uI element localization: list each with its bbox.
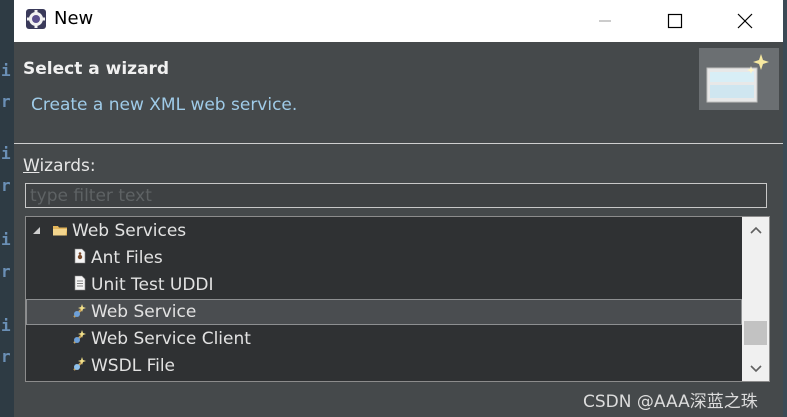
editor-glyph: r: [1, 347, 11, 366]
header-separator: [14, 143, 783, 144]
tree-item-label: Unit Test UDDI: [91, 275, 214, 295]
editor-glyph: i: [1, 61, 11, 80]
window-title: New: [54, 8, 94, 29]
expand-arrow-icon[interactable]: [33, 227, 41, 235]
chevron-down-icon: [749, 365, 762, 373]
editor-glyph: r: [1, 262, 11, 281]
maximize-button[interactable]: [640, 0, 710, 42]
minimize-icon: [599, 20, 611, 22]
tree-item-unit-test-uddi[interactable]: Unit Test UDDI: [26, 272, 742, 298]
scroll-down-button[interactable]: [742, 359, 769, 379]
background-editor: i r i r i r i r: [0, 0, 14, 417]
close-icon: [737, 13, 753, 29]
eclipse-app-icon: [26, 9, 46, 29]
wizard-filter-input[interactable]: [25, 183, 767, 208]
wsdl-file-icon: [73, 357, 86, 371]
wizard-tree[interactable]: Web Services Ant Files Unit Test UDDI We…: [25, 216, 770, 382]
wizards-label-mnemonic: W: [23, 156, 40, 176]
tree-item-label: Web Service: [91, 302, 197, 322]
editor-glyph: i: [1, 230, 11, 249]
tree-vertical-scrollbar[interactable]: [742, 217, 769, 381]
tree-item-ant-files[interactable]: Ant Files: [26, 245, 742, 271]
maximize-icon: [667, 13, 683, 29]
wizards-label: Wizards:: [23, 156, 96, 176]
chevron-up-icon: [749, 226, 762, 234]
watermark: CSDN @AAA深蓝之珠: [583, 392, 758, 412]
editor-glyph: r: [1, 176, 11, 195]
tree-item-wsdl-file[interactable]: WSDL File: [26, 353, 742, 379]
scrollbar-thumb[interactable]: [744, 321, 767, 345]
wizard-header: Select a wizard Create a new XML web ser…: [14, 42, 783, 143]
title-bar[interactable]: New: [14, 0, 783, 42]
tree-item-label: Web Services: [72, 221, 187, 241]
minimize-button[interactable]: [570, 0, 640, 42]
tree-item-web-service[interactable]: Web Service: [26, 299, 742, 325]
editor-glyph: i: [1, 144, 11, 163]
tree-item-label: Web Service Client: [91, 329, 251, 349]
tree-item-label: WSDL File: [91, 356, 176, 376]
uddi-file-icon: [74, 275, 86, 291]
ant-file-icon: [74, 248, 86, 264]
scroll-up-button[interactable]: [742, 220, 769, 240]
web-service-client-icon: [73, 330, 86, 344]
editor-glyph: r: [1, 92, 11, 111]
wizards-label-text: izards:: [39, 156, 96, 176]
new-wizard-dialog: New Select a wizard Create a new XML web…: [14, 0, 783, 417]
editor-glyph: i: [1, 316, 11, 335]
tree-item-label: Ant Files: [91, 248, 163, 268]
web-service-icon: [73, 304, 86, 318]
tree-item-web-services[interactable]: Web Services: [26, 218, 742, 244]
folder-icon: [53, 226, 67, 236]
tree-item-web-service-client[interactable]: Web Service Client: [26, 326, 742, 352]
close-button[interactable]: [710, 0, 780, 42]
page-title: Select a wizard: [23, 59, 170, 79]
new-wizard-banner-icon: [699, 48, 779, 110]
page-description: Create a new XML web service.: [31, 95, 298, 115]
